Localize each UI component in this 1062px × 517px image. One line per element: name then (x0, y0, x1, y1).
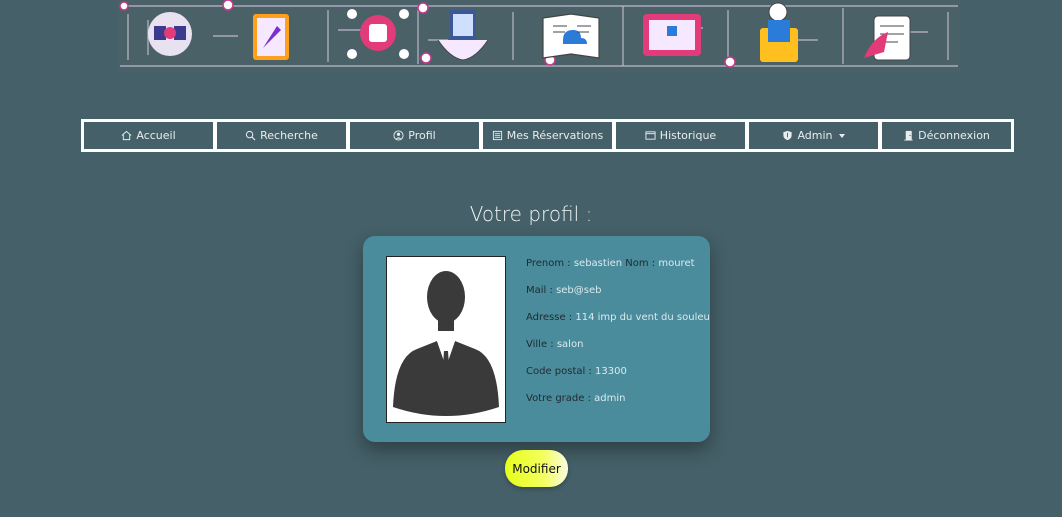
user-circle-icon (393, 130, 404, 141)
info-row-mail: Mail : seb@seb (526, 284, 710, 311)
door-icon (904, 130, 913, 141)
home-icon (121, 130, 132, 141)
avatar (386, 256, 506, 423)
chevron-down-icon (838, 133, 845, 138)
info-row-code-postal: Code postal : 13300 (526, 365, 710, 392)
info-row-adresse: Adresse : 114 imp du vent du souleu (526, 311, 710, 338)
mail-label: Mail : (526, 285, 553, 296)
nav-item-profil[interactable]: Profil (350, 122, 479, 149)
page-title: Votre profil : (469, 202, 593, 226)
nav-item-label: Déconnexion (918, 129, 990, 142)
adresse-value: 114 imp du vent du souleu (575, 312, 710, 323)
nav-item-historique[interactable]: Historique (616, 122, 745, 149)
code-postal-label: Code postal : (526, 366, 592, 377)
ville-label: Ville : (526, 339, 554, 350)
ville-value: salon (556, 339, 584, 350)
profile-info: Prenom : sebastien Nom : mouret Mail : s… (526, 257, 710, 419)
list-icon (492, 130, 502, 141)
prenom-value: sebastien (573, 258, 623, 269)
nav-item-accueil[interactable]: Accueil (84, 122, 213, 149)
nom-value: mouret (658, 258, 695, 269)
nav-item-label: Accueil (136, 129, 176, 142)
adresse-label: Adresse : (526, 312, 573, 323)
nav-item-label: Historique (659, 129, 717, 142)
info-row-name: Prenom : sebastien Nom : mouret (526, 257, 710, 284)
nav-item-label: Recherche (260, 129, 318, 142)
user-silhouette-icon (393, 271, 499, 416)
mail-value: seb@seb (556, 285, 602, 296)
info-row-grade: Votre grade : admin (526, 392, 710, 419)
profile-card: Prenom : sebastien Nom : mouret Mail : s… (363, 236, 710, 442)
modify-button[interactable]: Modifier (505, 450, 568, 487)
grade-label: Votre grade : (526, 393, 591, 404)
prenom-label: Prenom : (526, 258, 571, 269)
shield-icon (783, 130, 793, 141)
window-icon (645, 131, 656, 140)
nav-item-label: Profil (408, 129, 436, 142)
nav-item-label: Mes Réservations (506, 129, 604, 142)
grade-value: admin (594, 393, 626, 404)
banner-illustration (119, 0, 958, 68)
search-icon (245, 130, 256, 141)
code-postal-value: 13300 (595, 366, 627, 377)
nav-item-label: Admin (797, 129, 833, 142)
info-row-ville: Ville : salon (526, 338, 710, 365)
nom-label: Nom : (625, 258, 656, 269)
nav-item-reservations[interactable]: Mes Réservations (483, 122, 612, 149)
main-navbar: Accueil Recherche Profil Mes Réservation… (81, 119, 1014, 152)
header-banner (118, 0, 960, 72)
nav-item-recherche[interactable]: Recherche (217, 122, 346, 149)
nav-item-deconnexion[interactable]: Déconnexion (882, 122, 1011, 149)
nav-item-admin[interactable]: Admin (749, 122, 878, 149)
